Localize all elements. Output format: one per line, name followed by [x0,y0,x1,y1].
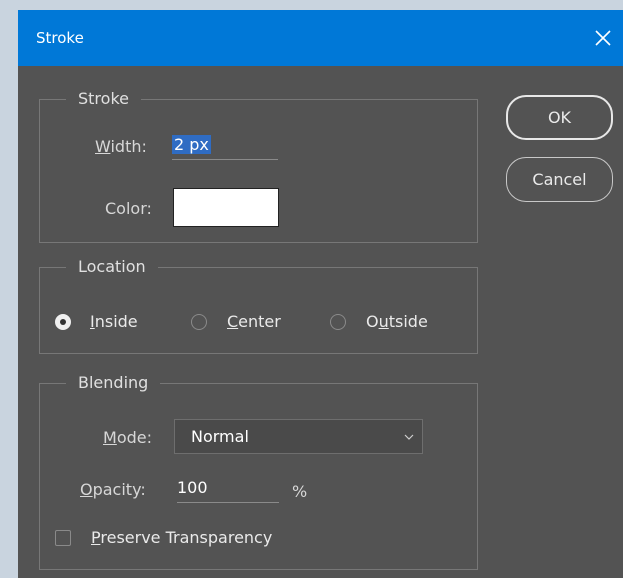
cancel-button[interactable]: Cancel [506,157,613,202]
close-icon [595,30,611,46]
location-group: Location Inside Center Outside [39,257,478,354]
stroke-group-legend: Stroke [66,89,141,108]
color-label: Color: [105,199,152,218]
blending-group: Blending Mode: Normal Opacity: 100 % Pre… [39,373,478,570]
radio-inside-label: Inside [90,312,138,331]
mode-select[interactable]: Normal [174,419,423,454]
title-bar: Stroke [18,10,623,66]
radio-outside-label: Outside [366,312,428,331]
blending-group-legend: Blending [66,373,161,392]
width-value: 2 px [172,135,211,154]
opacity-label: Opacity: [80,480,146,499]
opacity-field[interactable]: 100 [177,478,279,503]
width-label: Width: [95,137,147,156]
radio-center-button[interactable] [191,314,207,330]
preserve-transparency-label: Preserve Transparency [91,528,273,547]
stroke-group: Stroke Width: 2 px Color: [39,89,478,243]
chevron-down-icon [404,434,414,440]
mode-label: Mode: [103,428,152,447]
mode-value: Normal [191,427,249,446]
radio-center-label: Center [227,312,281,331]
location-group-legend: Location [66,257,158,276]
window-title: Stroke [36,29,84,47]
ok-button[interactable]: OK [506,95,613,140]
stroke-dialog: Stroke Stroke Width: 2 px Color: Locatio… [18,10,623,578]
opacity-value: 100 [177,478,208,497]
cancel-button-label: Cancel [532,170,587,189]
width-field[interactable]: 2 px [172,135,278,160]
preserve-transparency-checkbox[interactable] [55,530,71,546]
ok-button-label: OK [547,108,572,127]
radio-outside-button[interactable] [330,314,346,330]
close-button[interactable] [583,18,623,58]
opacity-unit: % [292,482,308,501]
stroke-color-swatch[interactable] [173,188,279,227]
radio-inside-button[interactable] [55,314,71,330]
